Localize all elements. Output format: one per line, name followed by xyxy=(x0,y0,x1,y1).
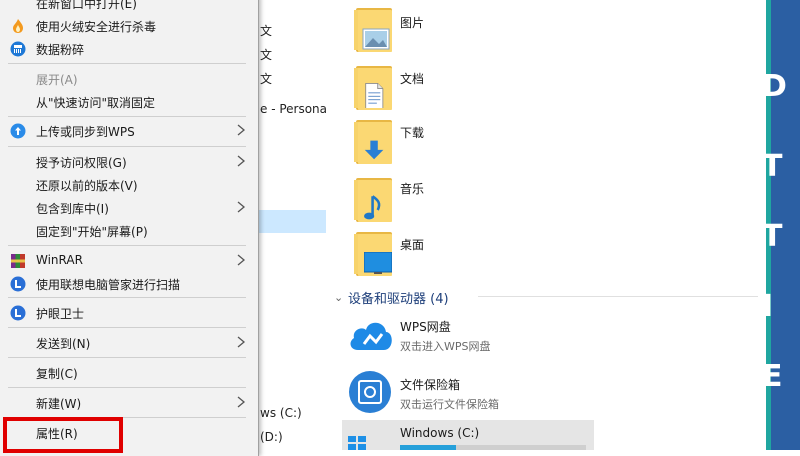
device-item-windows-c[interactable]: Windows (C:) xyxy=(342,420,594,450)
strip-char: T xyxy=(766,149,783,184)
menu-separator xyxy=(8,146,246,147)
menu-item-include-library[interactable]: 包含到库中(I) xyxy=(0,197,258,219)
chevron-right-icon xyxy=(237,155,246,167)
menu-item-data-shred[interactable]: 数据粉碎 xyxy=(0,38,258,60)
menu-separator xyxy=(8,63,246,64)
documents-folder-icon[interactable] xyxy=(352,66,396,112)
wps-cloud-icon xyxy=(350,322,392,350)
chevron-right-icon xyxy=(237,254,246,266)
menu-item-label: 新建(W) xyxy=(36,397,82,411)
device-name-safe: 文件保险箱 xyxy=(400,378,461,392)
nav-item-fragment[interactable]: 文 xyxy=(260,46,272,63)
nav-item-fragment[interactable]: 文 xyxy=(260,70,272,87)
menu-item-expand[interactable]: 展开(A) xyxy=(0,68,258,90)
menu-separator xyxy=(8,297,246,298)
eye-guard-icon xyxy=(10,305,26,321)
menu-separator xyxy=(8,387,246,388)
drive-usage-fill xyxy=(400,445,456,450)
nav-item-d-drive[interactable]: (D:) xyxy=(260,430,283,444)
device-subtitle-wps: 双击进入WPS网盘 xyxy=(400,340,491,353)
strip-char: T xyxy=(766,219,783,254)
menu-item-label: 还原以前的版本(V) xyxy=(36,179,138,193)
nav-item-onedrive[interactable]: e - Personal xyxy=(260,102,330,116)
menu-item-label: 展开(A) xyxy=(36,73,78,87)
lenovo-manager-icon xyxy=(10,276,26,292)
menu-separator xyxy=(8,327,246,328)
drive-usage-bar xyxy=(400,445,586,450)
chevron-right-icon xyxy=(237,201,246,213)
menu-item-grant-access[interactable]: 授予访问权限(G) xyxy=(0,151,258,173)
huorong-flame-icon xyxy=(13,19,23,33)
menu-item-label: 包含到库中(I) xyxy=(36,202,109,216)
device-name-wps: WPS网盘 xyxy=(400,320,451,334)
section-divider xyxy=(478,296,758,297)
highlight-annotation-box xyxy=(3,417,123,453)
section-title: 设备和驱动器 (4) xyxy=(348,291,449,307)
strip-char: I xyxy=(766,289,774,324)
menu-item-label: 上传或同步到WPS xyxy=(36,125,135,139)
menu-item-label: 发送到(N) xyxy=(36,337,91,351)
menu-item-label: 护眼卫士 xyxy=(36,307,85,321)
device-subtitle-safe: 双击运行文件保险箱 xyxy=(400,398,499,411)
background-image-strip: D T T I E xyxy=(766,0,800,450)
menu-item-label: 授予访问权限(G) xyxy=(36,156,127,170)
winrar-icon xyxy=(11,254,25,268)
menu-item-huorong-scan[interactable]: 使用火绒安全进行杀毒 xyxy=(0,15,258,37)
wps-cloud-upload-icon xyxy=(10,123,26,139)
strip-char: D xyxy=(766,69,787,104)
folder-label-desktop[interactable]: 桌面 xyxy=(400,236,424,253)
windows-drive-icon xyxy=(348,436,366,450)
menu-separator xyxy=(8,116,246,117)
desktop-folder-icon[interactable] xyxy=(352,232,396,278)
menu-item-label: 数据粉碎 xyxy=(36,43,85,57)
nav-item-selected[interactable] xyxy=(258,210,326,233)
menu-item-pin-start[interactable]: 固定到"开始"屏幕(P) xyxy=(0,220,258,242)
menu-item-restore-versions[interactable]: 还原以前的版本(V) xyxy=(0,174,258,196)
menu-item-winrar[interactable]: WinRAR xyxy=(0,250,258,272)
data-shred-icon xyxy=(10,41,26,57)
folder-label-pictures[interactable]: 图片 xyxy=(400,14,424,31)
music-folder-icon[interactable] xyxy=(352,178,396,224)
menu-item-lenovo-scan[interactable]: 使用联想电脑管家进行扫描 xyxy=(0,273,258,295)
section-header-devices[interactable]: ⌄ 设备和驱动器 (4) xyxy=(334,288,449,307)
menu-item-label: 从"快速访问"取消固定 xyxy=(36,96,156,110)
chevron-right-icon xyxy=(237,396,246,408)
device-name-windows-c: Windows (C:) xyxy=(400,426,480,440)
downloads-folder-icon[interactable] xyxy=(352,120,396,166)
pictures-folder-icon[interactable] xyxy=(352,8,396,54)
menu-separator xyxy=(8,357,246,358)
nav-item-fragment[interactable]: 文 xyxy=(260,22,272,39)
folder-label-documents[interactable]: 文档 xyxy=(400,70,424,87)
chevron-right-icon xyxy=(237,336,246,348)
file-safe-icon xyxy=(349,371,391,413)
menu-item-eye-guard[interactable]: 护眼卫士 xyxy=(0,302,258,324)
menu-item-unpin-quick-access[interactable]: 从"快速访问"取消固定 xyxy=(0,91,258,113)
folder-label-downloads[interactable]: 下载 xyxy=(400,124,424,141)
file-list: 图片 文档 下载 音乐 桌面 ⌄ 设备和驱动器 (4) WPS网盘 双击进入WP… xyxy=(326,0,766,450)
menu-item-send-to[interactable]: 发送到(N) xyxy=(0,332,258,354)
strip-char: E xyxy=(766,359,783,394)
menu-item-new[interactable]: 新建(W) xyxy=(0,392,258,414)
menu-item-label: 使用联想电脑管家进行扫描 xyxy=(36,278,181,292)
menu-separator xyxy=(8,245,246,246)
chevron-down-icon[interactable]: ⌄ xyxy=(334,291,348,304)
menu-item-label: 复制(C) xyxy=(36,367,78,381)
folder-label-music[interactable]: 音乐 xyxy=(400,180,424,197)
menu-item-label: 在新窗口中打开(E) xyxy=(36,0,137,11)
chevron-right-icon xyxy=(237,124,246,136)
menu-item-label: 使用火绒安全进行杀毒 xyxy=(36,20,157,34)
menu-item-label: WinRAR xyxy=(36,253,83,267)
context-menu: 在新窗口中打开(E) 使用火绒安全进行杀毒 数据粉碎 展开(A) 从"快速访问"… xyxy=(0,0,259,456)
menu-item-copy[interactable]: 复制(C) xyxy=(0,362,258,384)
menu-item-upload-wps[interactable]: 上传或同步到WPS xyxy=(0,120,258,142)
nav-item-c-drive[interactable]: ws (C:) xyxy=(260,406,302,420)
menu-item-label: 固定到"开始"屏幕(P) xyxy=(36,225,148,239)
